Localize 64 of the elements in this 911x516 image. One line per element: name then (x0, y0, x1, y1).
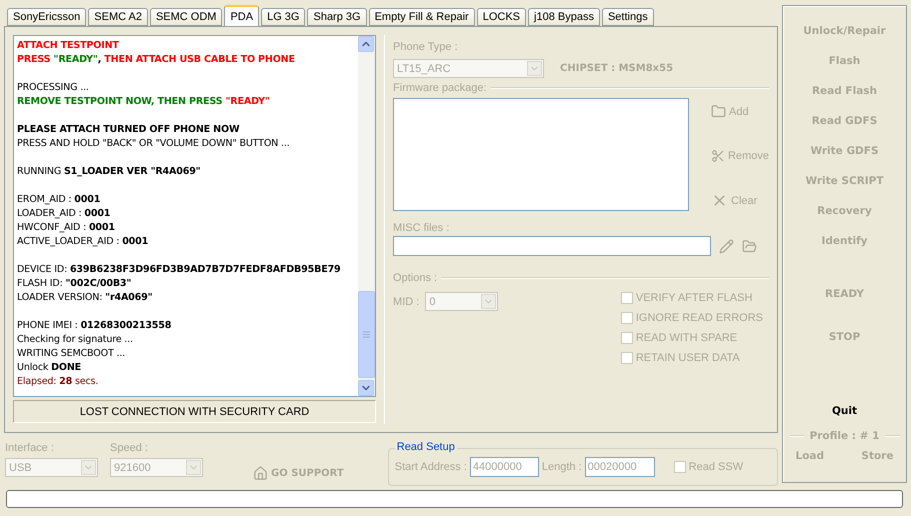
mid-select[interactable]: 0 (425, 292, 498, 311)
speed-select[interactable]: 921600 (110, 458, 203, 477)
phone-type-label: Phone Type : (393, 41, 459, 53)
options-label: Options : (393, 272, 438, 284)
scroll-up-icon[interactable] (358, 36, 374, 52)
length-field[interactable]: 00020000 (584, 457, 655, 477)
log-line: DEVICE ID: 639B6238F3D96FD3B9AD7B7D7FEDF8AFDB95BE79 (17, 263, 342, 277)
log-line: RUNNING S1_LOADER VER "R4A069" (17, 165, 202, 179)
scissors-icon (711, 148, 726, 162)
log-line: PHONE IMEI : 01268300213558 (17, 319, 172, 333)
log-line: PRESS AND HOLD "BACK" OR "VOLUME DOWN" BUTTON ... (17, 137, 291, 151)
log-line: ACTIVE_LOADER_AID : 0001 (17, 235, 150, 249)
start-address-label: Start Address : (394, 461, 467, 473)
tab[interactable]: SEMC ODM (150, 8, 222, 26)
scrollbar[interactable] (358, 36, 376, 396)
option-checkbox[interactable]: RETAIN USER DATA (620, 352, 763, 364)
tab[interactable]: Sharp 3G (307, 8, 367, 26)
folder-icon (711, 104, 726, 119)
log-line: FLASH ID: "002C/00B3" (17, 277, 132, 291)
log-line: PROCESSING ... (17, 81, 90, 95)
pencil-icon[interactable] (719, 238, 734, 254)
interface-label: Interface : (5, 442, 55, 454)
tab[interactable]: LG 3G (261, 8, 306, 26)
interface-select[interactable]: USB (5, 458, 98, 477)
length-label: Length : (542, 461, 582, 473)
log-line: PRESS "READY", THEN ATTACH USB CABLE TO PHONE (17, 53, 296, 67)
log-line: Unlock DONE (17, 361, 82, 375)
firmware-list[interactable] (393, 98, 690, 211)
mid-label: MID : (393, 296, 420, 308)
log-line: HWCONF_AID : 0001 (17, 221, 116, 235)
log-line: LOADER_AID : 0001 (17, 207, 112, 221)
profile-label: Profile : # 1 (810, 430, 880, 442)
read-ssw-checkbox[interactable]: Read SSW (674, 461, 744, 473)
log-line: REMOVE TESTPOINT NOW, THEN PRESS "READY" (17, 95, 271, 109)
option-checkbox[interactable]: VERIFY AFTER FLASH (620, 292, 763, 304)
status-text: LOST CONNECTION WITH SECURITY CARD (13, 400, 376, 423)
tab[interactable]: j108 Bypass (528, 8, 600, 26)
scroll-down-icon[interactable] (358, 380, 374, 396)
log-line: WRITING SEMCBOOT ... (17, 347, 126, 361)
log-line: Checking for signature ... (17, 333, 134, 347)
tab[interactable]: LOCKS (476, 8, 526, 26)
start-address-field[interactable]: 44000000 (470, 457, 539, 477)
log-line: ATTACH TESTPOINT (17, 39, 120, 53)
tab[interactable]: Empty Fill & Repair (368, 8, 475, 26)
read-setup-title: Read Setup (394, 441, 457, 453)
log-line: LOADER VERSION: "r4A069" (17, 291, 154, 305)
firmware-package-label: Firmware package: (393, 82, 487, 94)
option-checkbox[interactable]: READ WITH SPARE (620, 332, 763, 344)
house-icon (253, 466, 268, 481)
option-checkbox[interactable]: IGNORE READ ERRORS (620, 312, 763, 324)
log-line: Elapsed: 28 secs. (17, 375, 100, 389)
scroll-thumb[interactable] (358, 291, 376, 378)
log-line: PLEASE ATTACH TURNED OFF PHONE NOW (17, 123, 240, 137)
tab[interactable]: SonyEricsson (7, 8, 86, 26)
folder-icon[interactable] (742, 238, 758, 254)
tab[interactable]: Settings (602, 8, 654, 26)
quit-button[interactable]: Quit (832, 396, 858, 426)
tab[interactable]: PDA (224, 5, 260, 26)
log-line: EROM_AID : 0001 (17, 193, 102, 207)
chipset-text: CHIPSET : MSM8x55 (560, 63, 674, 74)
misc-files-field[interactable] (393, 236, 712, 256)
misc-files-label: MISC files : (393, 222, 450, 234)
speed-label: Speed : (110, 442, 149, 454)
tab[interactable]: SEMC A2 (88, 8, 148, 26)
